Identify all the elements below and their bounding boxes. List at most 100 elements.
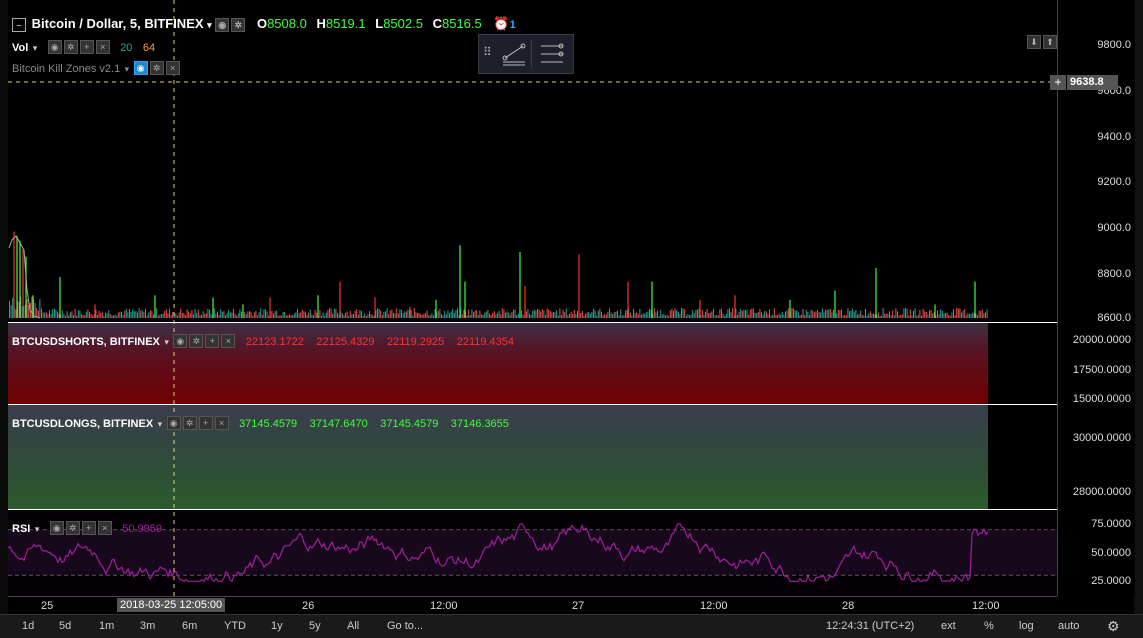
ext-toggle[interactable]: ext (941, 620, 956, 632)
eye-icon[interactable]: ◉ (166, 415, 181, 430)
volume-bar (292, 315, 294, 318)
chevron-down-icon[interactable]: ▾ (158, 419, 163, 429)
volume-bar (855, 310, 857, 318)
range-ytd-button[interactable]: YTD (224, 620, 246, 632)
symbol-title[interactable]: Bitcoin / Dollar, 5, BITFINEX (32, 16, 204, 31)
eye-icon[interactable]: ◉ (173, 333, 188, 348)
killzones-indicator-legend[interactable]: Bitcoin Kill Zones v2.1 ▾ ◉ ✲ × (12, 59, 182, 77)
volume-bar (498, 310, 500, 318)
volume-bar (425, 313, 426, 318)
trend-line-tool-icon[interactable] (499, 40, 532, 68)
volume-bar (548, 309, 550, 318)
log-toggle[interactable]: log (1019, 620, 1034, 632)
longs-legend[interactable]: BTCUSDLONGS, BITFINEX ▾ ◉ ✲ + × 37145.4579 … (12, 414, 517, 432)
range-5d-button[interactable]: 5d (59, 620, 71, 632)
volume-bar (725, 313, 727, 318)
range-1y-button[interactable]: 1y (271, 620, 283, 632)
arrow-down-icon[interactable]: ⬇ (1027, 34, 1041, 49)
gear-icon[interactable]: ✲ (149, 60, 164, 75)
alarm-clock-icon[interactable]: ⏰ (493, 16, 509, 31)
gear-icon[interactable]: ✲ (63, 39, 78, 54)
close-icon[interactable]: × (214, 415, 229, 430)
range-1d-button[interactable]: 1d (22, 620, 34, 632)
close-icon[interactable]: × (97, 520, 112, 535)
volume-bar (577, 310, 578, 318)
goto-button[interactable]: Go to... (387, 620, 423, 632)
volume-bar (316, 312, 318, 318)
symbol-header[interactable]: – Bitcoin / Dollar, 5, BITFINEX ▾ ◉ ✲ O85… (12, 16, 516, 32)
killzones-label[interactable]: Bitcoin Kill Zones v2.1 (12, 63, 120, 75)
volume-bar (205, 313, 207, 318)
volume-bar (189, 313, 191, 318)
eye-icon[interactable]: ◉ (215, 17, 230, 32)
volume-bar (223, 311, 225, 318)
range-3m-button[interactable]: 3m (140, 620, 155, 632)
volume-bar (487, 309, 489, 318)
chevron-down-icon[interactable]: ▾ (125, 64, 130, 74)
percent-toggle[interactable]: % (984, 620, 994, 632)
chart-canvas[interactable] (0, 0, 1143, 614)
arrow-up-icon[interactable]: ⬆ (1043, 34, 1057, 49)
drawing-toolbar[interactable]: ⠿ (478, 34, 574, 74)
volume-bar (618, 315, 620, 318)
volume-bar (796, 310, 798, 318)
shorts-legend[interactable]: BTCUSDSHORTS, BITFINEX ▾ ◉ ✲ + × 22123.1722… (12, 332, 522, 350)
price-tick: 9200.0 (1097, 176, 1131, 188)
volume-bar (871, 313, 873, 318)
volume-bar (468, 309, 470, 318)
volume-bar (929, 310, 930, 318)
close-icon[interactable]: × (165, 60, 180, 75)
plus-icon[interactable]: + (79, 39, 94, 54)
drag-handle-icon[interactable]: ⠿ (483, 45, 492, 59)
eye-icon[interactable]: ◉ (49, 520, 64, 535)
rsi-legend[interactable]: RSI ▾ ◉ ✲ + × 50.9959 (12, 519, 162, 537)
range-5y-button[interactable]: 5y (309, 620, 321, 632)
volume-bar (265, 309, 266, 318)
range-1m-button[interactable]: 1m (99, 620, 114, 632)
collapse-icon[interactable]: – (12, 17, 26, 32)
volume-bar (437, 310, 439, 318)
chevron-down-icon[interactable]: ▾ (164, 337, 169, 347)
settings-gear-icon[interactable]: ⚙ (1107, 618, 1120, 635)
range-6m-button[interactable]: 6m (182, 620, 197, 632)
chevron-down-icon[interactable]: ▾ (207, 20, 212, 30)
longs-label[interactable]: BTCUSDLONGS, BITFINEX (12, 418, 153, 430)
volume-bar (677, 311, 679, 318)
chevron-down-icon[interactable]: ▾ (33, 43, 38, 53)
volume-bar (101, 312, 103, 318)
volume-bar (85, 311, 87, 318)
shorts-label[interactable]: BTCUSDSHORTS, BITFINEX (12, 336, 160, 348)
volume-bar (313, 315, 314, 318)
volume-bar (858, 313, 860, 318)
price-axis[interactable]: 9800.0 9600.0 9400.0 9200.0 9000.0 8800.… (1050, 0, 1135, 596)
vol-indicator-legend[interactable]: Vol ▾ ◉ ✲ + × 20 64 (12, 38, 155, 56)
range-all-button[interactable]: All (347, 620, 359, 632)
eye-icon[interactable]: ◉ (47, 39, 62, 54)
plus-icon[interactable]: + (81, 520, 96, 535)
volume-bar (661, 314, 663, 318)
top-right-controls[interactable]: ⬇ ⬆ (1027, 33, 1059, 51)
volume-bar (727, 309, 729, 318)
vol-label[interactable]: Vol (12, 42, 28, 54)
volume-bar (729, 308, 730, 318)
plus-icon[interactable]: + (198, 415, 213, 430)
volume-bar (804, 315, 806, 318)
volume-bar (818, 312, 820, 318)
volume-bar (938, 313, 940, 318)
volume-bar (201, 314, 202, 318)
plus-icon[interactable]: + (205, 333, 220, 348)
close-icon[interactable]: × (95, 39, 110, 54)
gear-icon[interactable]: ✲ (231, 17, 246, 32)
add-alert-plus-icon[interactable]: + (1050, 75, 1066, 90)
eye-icon[interactable]: ◉ (133, 60, 148, 75)
close-icon[interactable]: × (221, 333, 236, 348)
volume-bar (359, 310, 361, 318)
gear-icon[interactable]: ✲ (182, 415, 197, 430)
volume-bar (149, 310, 151, 318)
rsi-label[interactable]: RSI (12, 523, 30, 535)
gear-icon[interactable]: ✲ (65, 520, 80, 535)
auto-toggle[interactable]: auto (1058, 620, 1079, 632)
chevron-down-icon[interactable]: ▾ (35, 524, 40, 534)
horizontal-lines-tool-icon[interactable] (537, 40, 569, 68)
gear-icon[interactable]: ✲ (189, 333, 204, 348)
